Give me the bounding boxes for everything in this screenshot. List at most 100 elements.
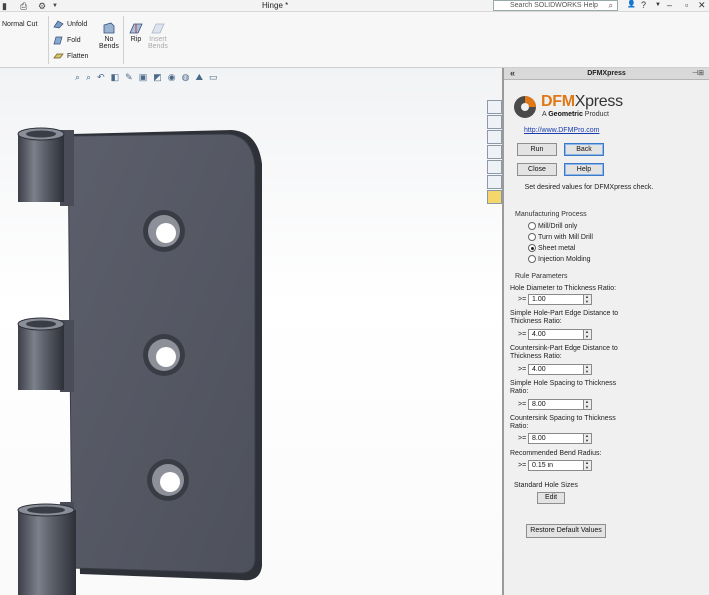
hole-diameter-ratio-input[interactable] [528, 294, 584, 305]
appearances-tab-icon[interactable] [487, 160, 502, 174]
process-radio-injection-molding[interactable]: Injection Molding [528, 255, 591, 263]
countersink-spacing-input[interactable] [528, 433, 584, 444]
spinner[interactable]: ▲ ▼ [584, 399, 592, 410]
operator-label: >= [518, 296, 527, 303]
search-input[interactable]: Search SOLIDWORKS Help ⌕ [493, 0, 618, 11]
hinge-part[interactable] [0, 68, 502, 595]
hole-bottom [147, 459, 189, 501]
home-tab-icon[interactable] [487, 100, 502, 114]
back-button[interactable]: Back [564, 143, 604, 156]
ribbon-separator [48, 16, 49, 64]
unfold-button[interactable]: Unfold [53, 19, 87, 29]
close-button[interactable]: Close [517, 163, 557, 176]
view-palette-tab-icon[interactable] [487, 145, 502, 159]
knuckle-bottom [17, 503, 76, 595]
spin-down-icon[interactable]: ▼ [585, 335, 589, 339]
help-dropdown-icon[interactable]: ▼ [655, 2, 661, 8]
file-explorer-tab-icon[interactable] [487, 130, 502, 144]
operator-label: >= [518, 401, 527, 408]
pin-icon[interactable]: ⊣⊞ [692, 69, 704, 77]
dfmxpress-tab-icon[interactable] [487, 190, 502, 204]
param-label-bend-radius: Recommended Bend Radius: [510, 450, 602, 457]
bend-radius-input[interactable] [528, 460, 584, 471]
rip-label: Rip [130, 36, 142, 43]
hole-middle [143, 334, 185, 376]
options-dropdown-icon[interactable]: ▼ [52, 3, 58, 9]
title-bar: ▮ ⎙ ⚙ ▼ Hinge * Search SOLIDWORKS Help ⌕… [0, 0, 709, 12]
panel-header: « DFMXpress ⊣⊞ [504, 68, 709, 80]
operator-label: >= [518, 331, 527, 338]
radio-indicator-selected[interactable] [528, 244, 536, 252]
param-label-hole-spacing: Simple Hole Spacing to Thickness Ratio: [510, 380, 617, 395]
dfmpro-link[interactable]: http://www.DFMPro.com [524, 127, 599, 134]
spin-down-icon[interactable]: ▼ [585, 300, 589, 304]
run-button[interactable]: Run [517, 143, 557, 156]
help-button[interactable]: Help [564, 163, 604, 176]
hole-edge-distance-input[interactable] [528, 329, 584, 340]
process-label: Turn with Mill Drill [538, 233, 593, 241]
normal-cut-label: Normal Cut [2, 21, 38, 28]
process-label: Sheet metal [538, 244, 576, 252]
countersink-edge-distance-input[interactable] [528, 364, 584, 375]
radio-indicator[interactable] [528, 255, 536, 263]
radio-indicator[interactable] [528, 233, 536, 241]
spinner[interactable]: ▲ ▼ [584, 460, 592, 471]
options-gear-icon[interactable]: ⚙ [38, 1, 46, 12]
standard-hole-sizes-label: Standard Hole Sizes [514, 482, 578, 489]
spin-down-icon[interactable]: ▼ [585, 439, 589, 443]
radio-indicator[interactable] [528, 222, 536, 230]
operator-label: >= [518, 435, 527, 442]
hole-spacing-input[interactable] [528, 399, 584, 410]
rip-button[interactable]: Rip [128, 21, 144, 43]
param-row-bend-radius: >= ▲▼ [518, 460, 592, 471]
print-icon[interactable]: ⎙ [20, 1, 27, 12]
param-row-hole-edge-distance: >= ▲▼ [518, 329, 592, 340]
process-label: Mill/Drill only [538, 222, 578, 230]
spinner[interactable]: ▲ ▼ [584, 294, 592, 305]
param-row-countersink-edge-distance: >= ▲▼ [518, 364, 592, 375]
manufacturing-process-label: Manufacturing Process [515, 211, 587, 218]
process-label: Injection Molding [538, 255, 591, 263]
edit-hole-sizes-button[interactable]: Edit [537, 492, 565, 504]
process-radio-sheet-metal[interactable]: Sheet metal [528, 244, 575, 252]
operator-label: >= [518, 462, 527, 469]
restore-window-icon[interactable]: ▫ [685, 0, 688, 10]
spinner[interactable]: ▲ ▼ [584, 364, 592, 375]
search-icon[interactable]: ⌕ [609, 1, 613, 10]
task-pane-tabs [487, 100, 502, 204]
spinner[interactable]: ▲ ▼ [584, 329, 592, 340]
spin-down-icon[interactable]: ▼ [585, 370, 589, 374]
no-bends-button[interactable]: No Bends [99, 21, 119, 50]
spinner[interactable]: ▲ ▼ [584, 433, 592, 444]
flatten-label: Flatten [67, 52, 89, 60]
custom-properties-tab-icon[interactable] [487, 175, 502, 189]
spin-down-icon[interactable]: ▼ [585, 405, 589, 409]
knuckle-middle [17, 317, 65, 390]
normal-cut-button[interactable]: Normal Cut [2, 21, 37, 28]
insert-bends-button[interactable]: Insert Bends [148, 21, 168, 50]
fold-icon [53, 36, 63, 45]
flatten-button[interactable]: Flatten [53, 51, 88, 61]
search-placeholder: Search SOLIDWORKS Help [510, 2, 598, 9]
process-radio-mill-drill[interactable]: Mill/Drill only [528, 222, 577, 230]
user-icon[interactable]: 👤 [627, 0, 636, 8]
help-icon[interactable]: ? [641, 0, 646, 10]
param-label-countersink-edge-distance: Countersink-Part Edge Distance to Thickn… [510, 345, 618, 360]
spin-down-icon[interactable]: ▼ [585, 466, 589, 470]
design-library-tab-icon[interactable] [487, 115, 502, 129]
ribbon-separator [123, 16, 124, 64]
graphics-viewport[interactable]: ⌕ ⌕ ↶ ◧ ✎ ▣ ◩ ◉ ◍ ⛰ ▭ [0, 68, 502, 595]
quick-access-icon[interactable]: ▮ [2, 1, 7, 12]
param-row-hole-spacing: >= ▲▼ [518, 399, 592, 410]
rip-icon [129, 23, 143, 34]
process-radio-turn-mill[interactable]: Turn with Mill Drill [528, 233, 593, 241]
dfmxpress-logo-icon [514, 96, 536, 118]
minimize-icon[interactable]: – [667, 0, 672, 10]
knuckle-top [17, 127, 65, 202]
close-window-icon[interactable]: ✕ [698, 0, 706, 11]
instruction-text: Set desired values for DFMXpress check. [524, 184, 654, 191]
restore-defaults-button[interactable]: Restore Default Values [526, 524, 606, 538]
fold-button[interactable]: Fold [53, 35, 81, 45]
no-bends-label: No Bends [99, 36, 119, 50]
param-row-hole-diameter: >= ▲▼ [518, 294, 592, 305]
